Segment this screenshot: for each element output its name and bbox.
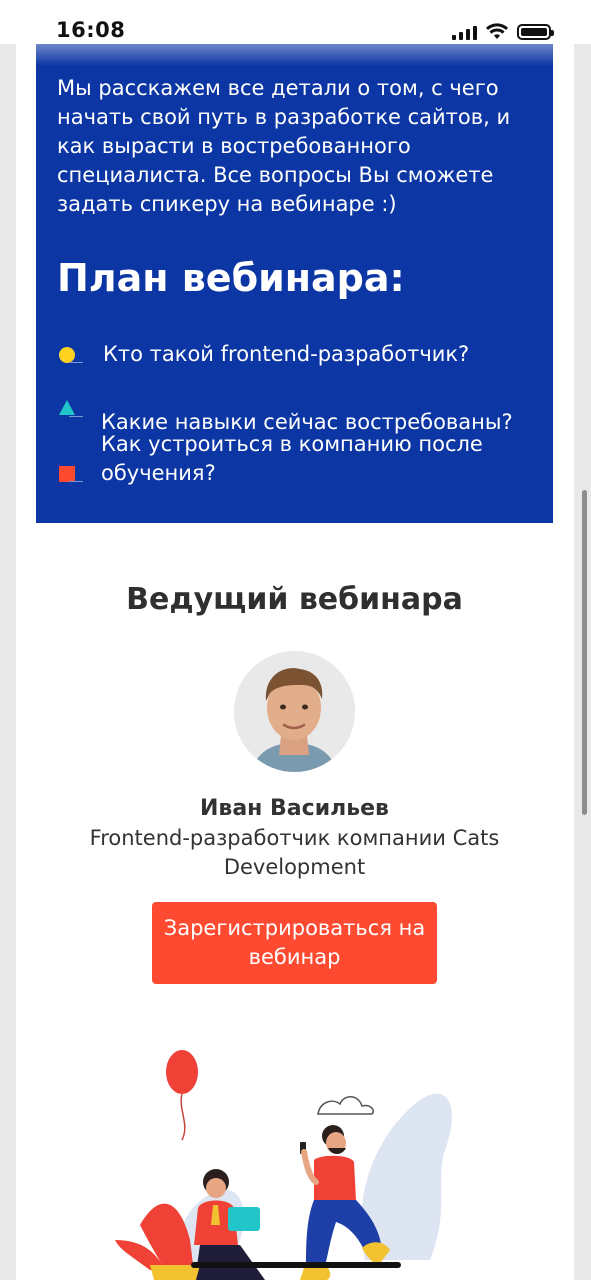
teal-triangle-icon — [59, 400, 75, 415]
intro-text: Мы расскажем все детали о том, с чего на… — [57, 76, 511, 216]
presenter-role: Frontend-разработчик компании Cats Devel… — [89, 826, 500, 879]
presenter-avatar — [234, 651, 355, 772]
red-square-icon — [59, 466, 75, 482]
plan-item: Как устроиться в компанию после обучения… — [57, 430, 537, 488]
plan-item-row-2: Какие навыки сейчас востребованы? — [57, 378, 537, 434]
page-gutter-left — [0, 44, 16, 1280]
page-margin-right — [553, 44, 574, 1280]
status-bar: 16:08 — [0, 0, 591, 44]
status-time: 16:08 — [56, 18, 126, 42]
plan-item-text: Кто такой frontend-разработчик? — [103, 342, 470, 366]
battery-icon — [517, 24, 554, 40]
bullet-underline — [69, 361, 83, 363]
bullet-underline — [69, 481, 83, 482]
presenter-section-title: Ведущий вебинара — [126, 582, 463, 617]
cellular-signal-icon — [452, 24, 477, 40]
register-button[interactable]: Зарегистрироваться на вебинар — [152, 902, 437, 984]
page-margin-left — [16, 44, 36, 1280]
bullet-underline — [69, 415, 83, 417]
wifi-icon — [486, 23, 508, 39]
blue-block-top-fade — [36, 44, 553, 66]
plan-item-text: Как устроиться в компанию после обучения… — [101, 432, 483, 485]
plan-title: План вебинара: — [57, 256, 405, 300]
plan-item: Кто такой frontend-разработчик? — [57, 340, 537, 369]
page-scrollbar[interactable] — [582, 490, 587, 815]
webinar-info-block: Мы расскажем все детали о том, с чего на… — [36, 44, 553, 523]
yellow-circle-icon — [59, 346, 75, 363]
home-indicator[interactable] — [191, 1262, 401, 1268]
status-icons — [452, 22, 554, 40]
presenter-photo — [234, 651, 355, 772]
people-illustration — [115, 1050, 452, 1280]
presenter-name: Иван Васильев — [200, 796, 389, 821]
register-button-label: Зарегистрироваться на вебинар — [163, 916, 426, 969]
